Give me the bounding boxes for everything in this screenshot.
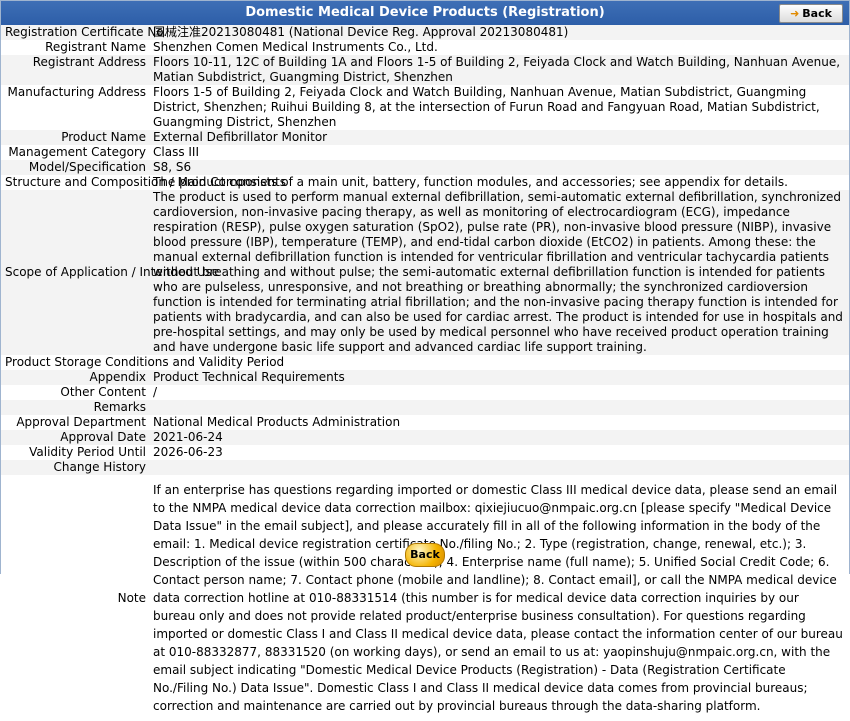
field-value: The product is used to perform manual ex… — [150, 190, 849, 355]
field-value: Class III — [150, 145, 849, 160]
table-row: Management Category Class III — [1, 145, 849, 160]
note-row: Note If an enterprise has questions regar… — [1, 475, 849, 721]
field-label: Product Storage Conditions and Validity … — [1, 355, 284, 370]
field-value: 2026-06-23 — [150, 445, 849, 460]
field-label: Management Category — [1, 145, 150, 160]
field-label: Approval Department — [1, 415, 150, 430]
field-label: Registration Certificate No. — [1, 25, 167, 40]
field-label: Model/Specification — [1, 160, 150, 175]
table-row: Approval Date 2021-06-24 — [1, 430, 849, 445]
field-value: External Defibrillator Monitor — [150, 130, 849, 145]
panel-title: Domestic Medical Device Products (Regist… — [245, 5, 605, 20]
field-label: Appendix — [1, 370, 150, 385]
field-label: Registrant Name — [1, 40, 150, 55]
field-label: Change History — [1, 460, 150, 475]
back-button-top-label: Back — [802, 7, 832, 20]
table-row: Change History — [1, 460, 849, 475]
field-value — [150, 460, 849, 475]
table-row: Registrant Address Floors 10-11, 12C of B… — [1, 55, 849, 85]
field-value: The product consists of a main unit, bat… — [150, 175, 849, 190]
table-row: Registration Certificate No. 国械注准20213080… — [1, 25, 849, 40]
field-label: Structure and Composition / Main Compone… — [1, 175, 286, 190]
note-text: If an enterprise has questions regarding… — [150, 475, 849, 721]
field-label: Approval Date — [1, 430, 150, 445]
field-label: Validity Period Until — [1, 445, 150, 460]
field-value: National Medical Products Administration — [150, 415, 849, 430]
arrow-right-icon: ➜ — [790, 7, 800, 20]
table-row: Manufacturing Address Floors 1-5 of Build… — [1, 85, 849, 130]
field-value: Product Technical Requirements — [150, 370, 849, 385]
detail-table: Registration Certificate No. 国械注准20213080… — [1, 25, 849, 721]
back-button-top[interactable]: ➜ Back — [779, 4, 843, 23]
field-value: S8, S6 — [150, 160, 849, 175]
field-label: Product Name — [1, 130, 150, 145]
table-row: Registrant Name Shenzhen Comen Medical In… — [1, 40, 849, 55]
table-row: Model/Specification S8, S6 — [1, 160, 849, 175]
field-value: Floors 1-5 of Building 2, Feiyada Clock … — [150, 85, 849, 130]
table-row: Other Content / — [1, 385, 849, 400]
field-label: Registrant Address — [1, 55, 150, 85]
field-label: Remarks — [1, 400, 150, 415]
detail-panel: Domestic Medical Device Products (Regist… — [0, 0, 850, 721]
table-row: Product Storage Conditions and Validity … — [1, 355, 849, 370]
table-row: Remarks — [1, 400, 849, 415]
field-label: Other Content — [1, 385, 150, 400]
table-row: Product Name External Defibrillator Monit… — [1, 130, 849, 145]
panel-header: Domestic Medical Device Products (Regist… — [1, 1, 849, 25]
field-label: Manufacturing Address — [1, 85, 150, 130]
table-row: Appendix Product Technical Requirements — [1, 370, 849, 385]
note-label: Note — [1, 475, 150, 721]
back-button-bottom[interactable]: Back — [405, 543, 445, 567]
table-row: Scope of Application / Intended Use The p… — [1, 190, 849, 355]
field-value: / — [150, 385, 849, 400]
field-value — [150, 400, 849, 415]
field-label: Scope of Application / Intended Use — [1, 190, 219, 355]
footer: Back — [1, 543, 849, 567]
table-row: Structure and Composition / Main Compone… — [1, 175, 849, 190]
field-value: Floors 10-11, 12C of Building 1A and Flo… — [150, 55, 849, 85]
field-value: 国械注准20213080481 (National Device Reg. Ap… — [150, 25, 849, 40]
field-value: Shenzhen Comen Medical Instruments Co., … — [150, 40, 849, 55]
field-value: 2021-06-24 — [150, 430, 849, 445]
table-row: Approval Department National Medical Prod… — [1, 415, 849, 430]
table-row: Validity Period Until 2026-06-23 — [1, 445, 849, 460]
